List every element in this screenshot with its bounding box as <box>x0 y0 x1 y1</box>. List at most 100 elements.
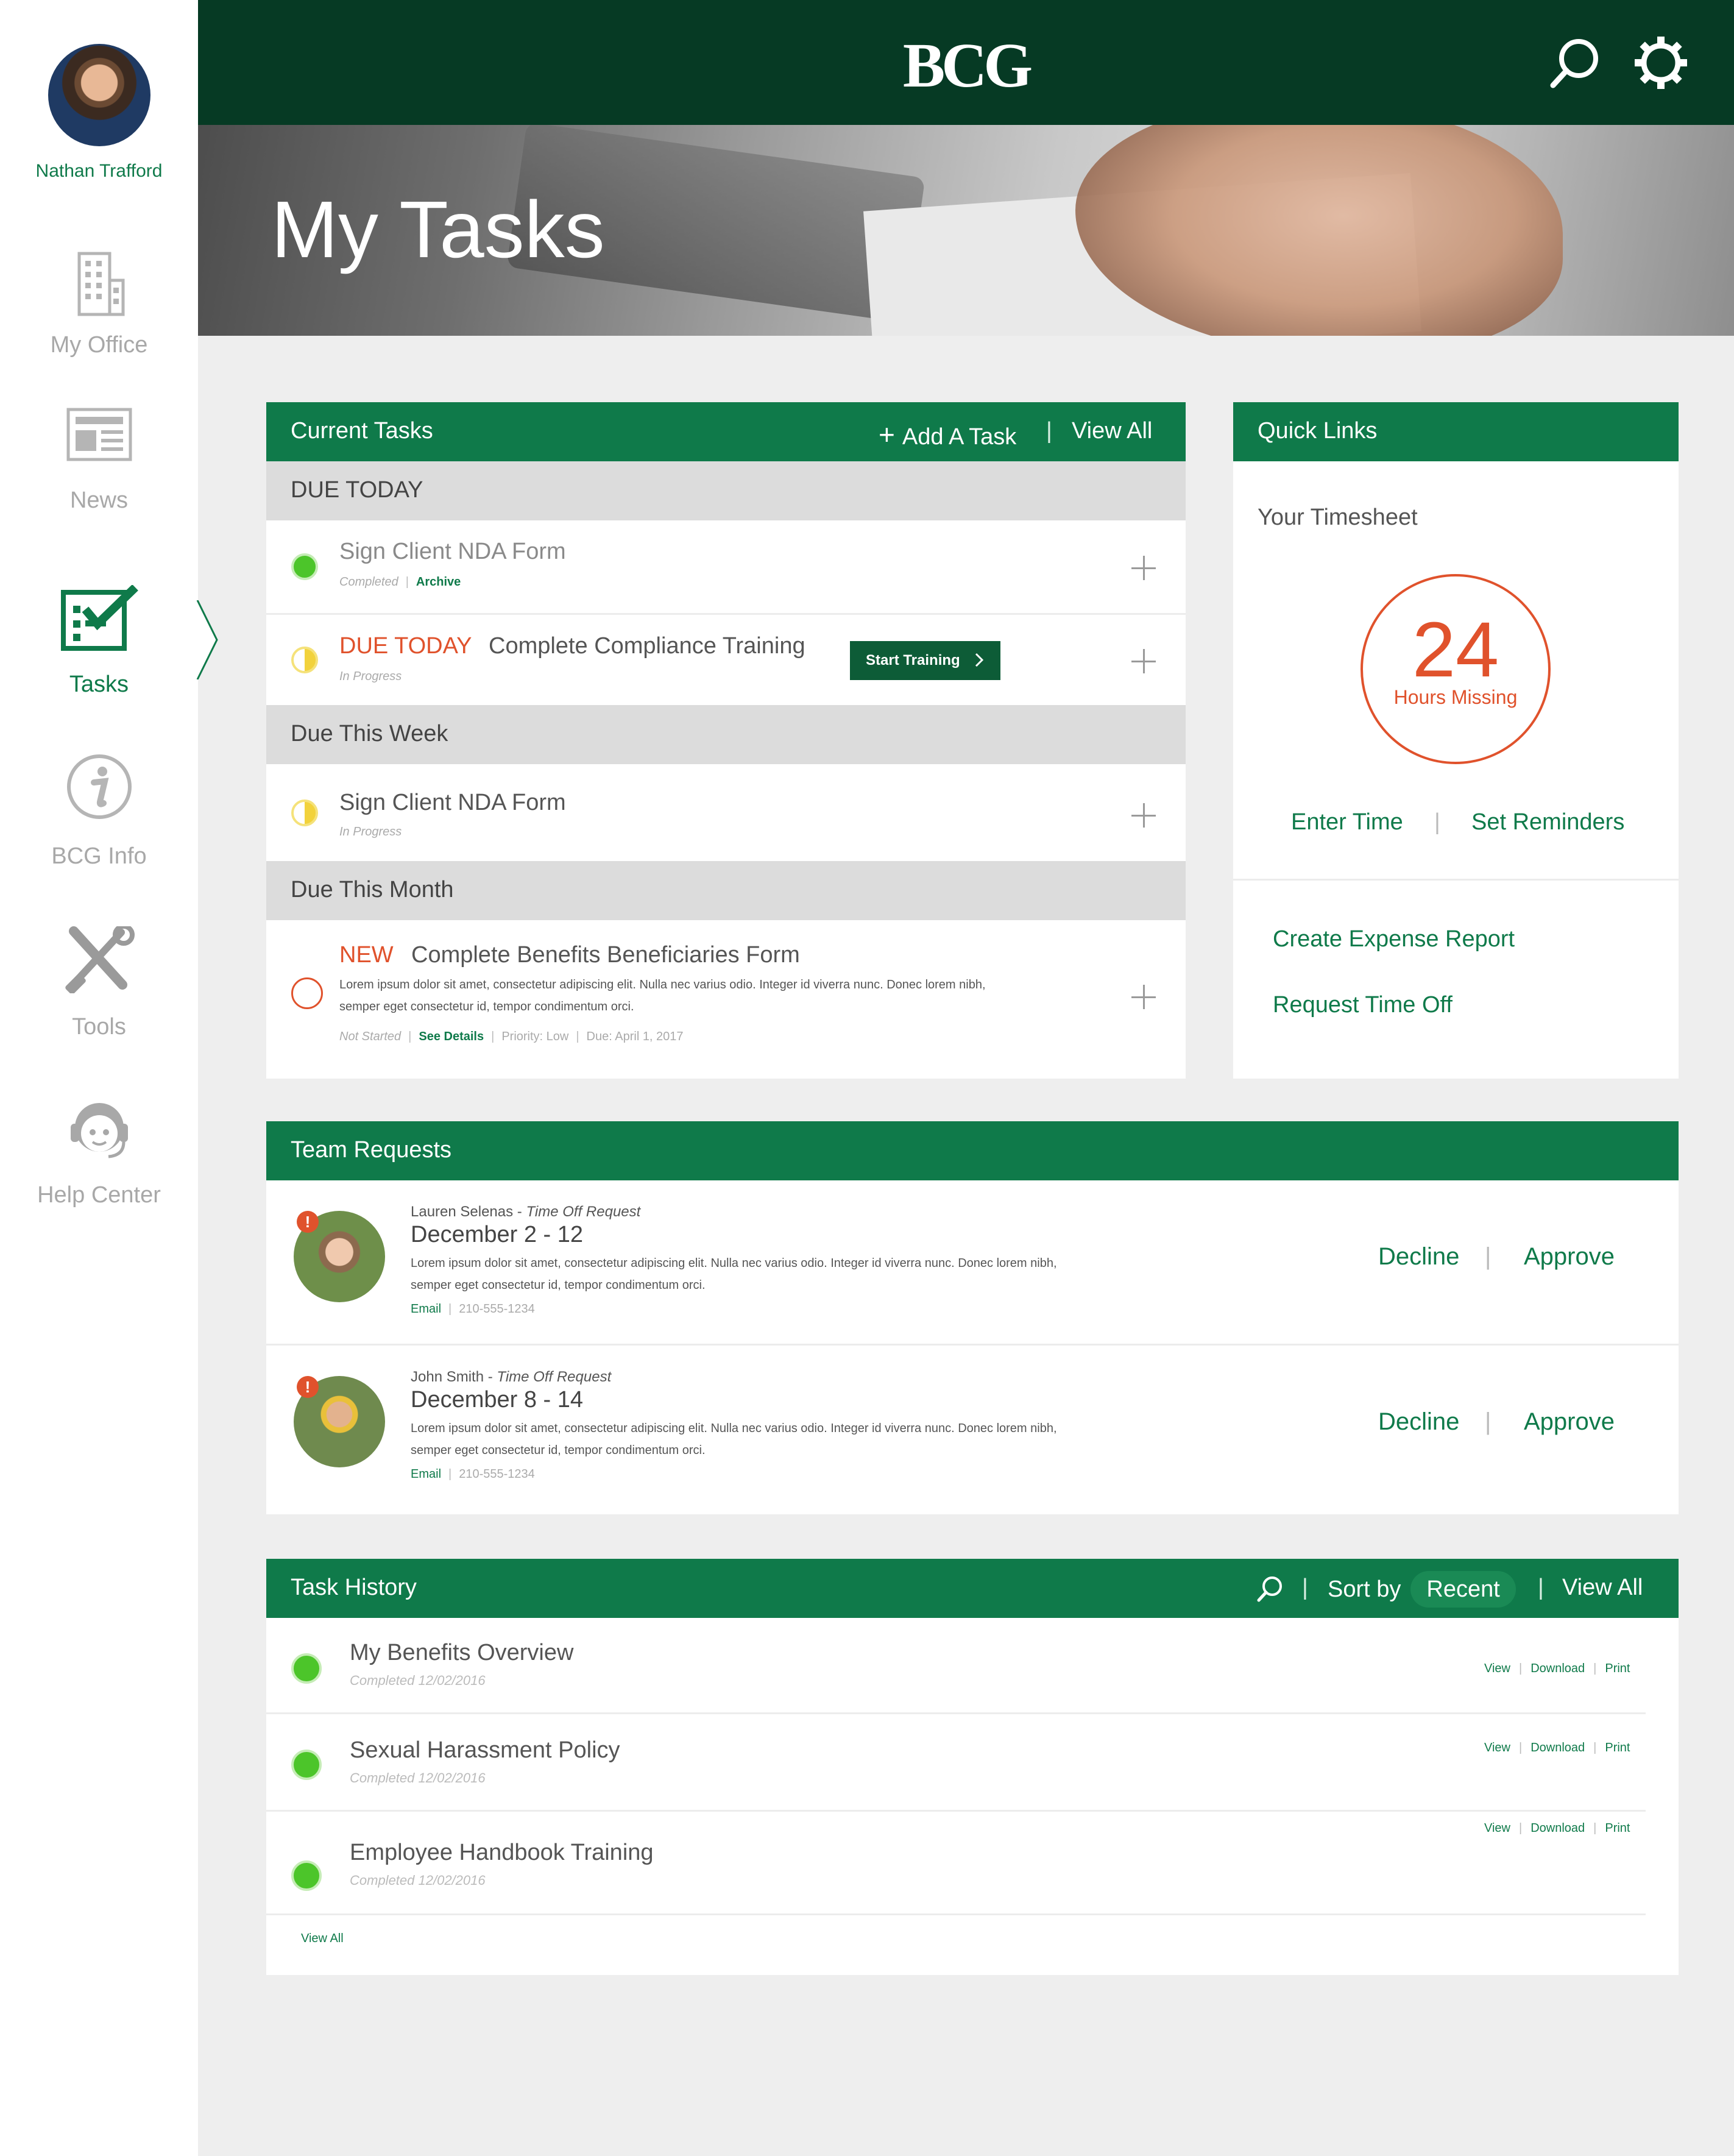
hours-missing-value: 24 <box>1412 606 1499 693</box>
phone-number: 210-555-1234 <box>459 1467 535 1481</box>
sidebar-item-bcg-info[interactable]: BCG Info <box>0 753 198 875</box>
in-progress-status-icon <box>291 800 318 826</box>
quick-links-header: Quick Links <box>1233 402 1679 461</box>
hours-missing-ring[interactable]: 24 Hours Missing <box>1361 574 1551 764</box>
download-link[interactable]: Download <box>1531 1662 1585 1675</box>
task-history-header: Task History | Sort by Recent | View All <box>266 1559 1679 1618</box>
sort-recent-pill[interactable]: Recent <box>1410 1571 1516 1608</box>
header-divider: | <box>1046 418 1052 444</box>
chevron-right-icon <box>975 653 984 667</box>
print-link[interactable]: Print <box>1605 1821 1630 1835</box>
archive-link[interactable]: Archive <box>416 575 461 589</box>
description-line: Lorem ipsum dolor sit amet, consectetur … <box>411 1422 1057 1435</box>
approve-button[interactable]: Approve <box>1524 1243 1615 1271</box>
task-status: In Progress <box>339 670 402 683</box>
expand-plus-icon[interactable] <box>1131 985 1156 1009</box>
action-divider: | <box>1485 1243 1492 1270</box>
section-due-this-month: Due This Month <box>266 861 1186 920</box>
sidebar-item-help-center[interactable]: Help Center <box>0 1097 198 1219</box>
view-all-tasks-link[interactable]: View All <box>1072 418 1152 444</box>
sort-by-label: Sort by <box>1328 1576 1401 1602</box>
sort-control[interactable]: Sort by Recent <box>1328 1571 1516 1608</box>
download-link[interactable]: Download <box>1531 1741 1585 1754</box>
page-title: My Tasks <box>271 185 605 274</box>
alert-icon: ! <box>297 1376 319 1398</box>
brand-logo[interactable]: BCG <box>198 29 1734 102</box>
requester-name: Lauren Selenas <box>411 1204 514 1220</box>
hero-banner: My Tasks <box>198 125 1734 336</box>
description-line: semper eget consectetur id, tempor condi… <box>339 1000 634 1013</box>
row-divider <box>266 1913 1646 1915</box>
email-link[interactable]: Email <box>411 1302 441 1316</box>
see-details-link[interactable]: See Details <box>419 1030 484 1043</box>
task-title: Sign Client NDA Form <box>339 790 566 815</box>
sidebar-item-tools[interactable]: Tools <box>0 926 198 1048</box>
user-avatar[interactable] <box>48 44 150 146</box>
info-icon <box>66 754 132 819</box>
expand-plus-icon[interactable] <box>1131 649 1156 673</box>
request-dates: December 8 - 14 <box>411 1387 584 1413</box>
task-row[interactable]: NEW Complete Benefits Beneficiaries Form… <box>266 920 1186 1079</box>
history-actions: View | Download | Print <box>1484 1741 1630 1754</box>
sidebar-item-news[interactable]: News <box>0 407 198 523</box>
history-row[interactable]: My Benefits Overview Completed 12/02/201… <box>266 1618 1679 1712</box>
start-training-label: Start Training <box>866 652 960 668</box>
header-divider: | <box>1538 1575 1544 1600</box>
request-row: ! John Smith - Time Off Request December… <box>266 1346 1679 1510</box>
request-time-off-link[interactable]: Request Time Off <box>1273 992 1453 1018</box>
header-divider: | <box>1302 1575 1308 1600</box>
link-divider: | <box>1434 809 1440 835</box>
history-row[interactable]: Employee Handbook Training Completed 12/… <box>266 1812 1679 1913</box>
task-meta: Not Started | See Details | Priority: Low | Du… <box>339 1030 684 1043</box>
task-due-date: Due: April 1, 2017 <box>586 1030 684 1043</box>
section-due-today: DUE TODAY <box>266 461 1186 520</box>
task-row[interactable]: Sign Client NDA Form Completed | Archive <box>266 520 1186 613</box>
request-type: Time Off Request <box>526 1204 641 1220</box>
add-task-button[interactable]: + Add A Task <box>879 418 1016 451</box>
task-row[interactable]: DUE TODAY Complete Compliance Training I… <box>266 615 1186 705</box>
expand-plus-icon[interactable] <box>1131 556 1156 580</box>
section-title: Due This Month <box>291 877 454 902</box>
completed-status-icon <box>291 1860 322 1891</box>
user-name[interactable]: Nathan Trafford <box>0 161 198 182</box>
task-priority: Priority: Low <box>501 1030 569 1043</box>
enter-time-link[interactable]: Enter Time <box>1291 809 1403 835</box>
decline-button[interactable]: Decline <box>1378 1408 1459 1436</box>
history-meta: Completed 12/02/2016 <box>350 1873 486 1888</box>
history-meta: Completed 12/02/2016 <box>350 1673 486 1688</box>
view-link[interactable]: View <box>1484 1821 1510 1835</box>
task-row[interactable]: Sign Client NDA Form In Progress <box>266 764 1186 861</box>
search-icon[interactable] <box>1548 35 1603 90</box>
sidebar-item-tasks[interactable]: Tasks <box>0 585 198 701</box>
create-expense-report-link[interactable]: Create Expense Report <box>1273 926 1515 952</box>
sidebar-item-label: Help Center <box>37 1182 161 1208</box>
view-link[interactable]: View <box>1484 1662 1510 1675</box>
search-icon[interactable] <box>1256 1575 1284 1603</box>
view-all-history-link[interactable]: View All <box>1562 1575 1643 1601</box>
section-title: Due This Week <box>291 721 448 746</box>
footer-view-all-link[interactable]: View All <box>301 1932 344 1946</box>
alert-icon: ! <box>297 1211 319 1233</box>
section-due-this-week: Due This Week <box>266 705 1186 764</box>
set-reminders-link[interactable]: Set Reminders <box>1471 809 1624 835</box>
start-training-button[interactable]: Start Training <box>850 641 1001 680</box>
building-icon <box>77 252 124 316</box>
print-link[interactable]: Print <box>1605 1662 1630 1675</box>
section-title: DUE TODAY <box>291 477 423 503</box>
approve-button[interactable]: Approve <box>1524 1408 1615 1436</box>
description-line: semper eget consectetur id, tempor condi… <box>411 1278 706 1292</box>
download-link[interactable]: Download <box>1531 1821 1585 1835</box>
print-link[interactable]: Print <box>1605 1741 1630 1754</box>
view-link[interactable]: View <box>1484 1741 1510 1754</box>
email-link[interactable]: Email <box>411 1467 441 1481</box>
history-actions: View | Download | Print <box>1484 1662 1630 1675</box>
sidebar-item-label: My Office <box>50 332 148 358</box>
history-row[interactable]: Sexual Harassment Policy Completed 12/02… <box>266 1714 1679 1809</box>
headset-icon <box>70 1103 128 1158</box>
description-line: semper eget consectetur id, tempor condi… <box>411 1444 706 1457</box>
expand-plus-icon[interactable] <box>1131 803 1156 828</box>
checklist-icon <box>60 585 138 651</box>
decline-button[interactable]: Decline <box>1378 1243 1459 1271</box>
gear-icon[interactable] <box>1633 35 1688 90</box>
sidebar-item-my-office[interactable]: My Office <box>0 250 198 372</box>
